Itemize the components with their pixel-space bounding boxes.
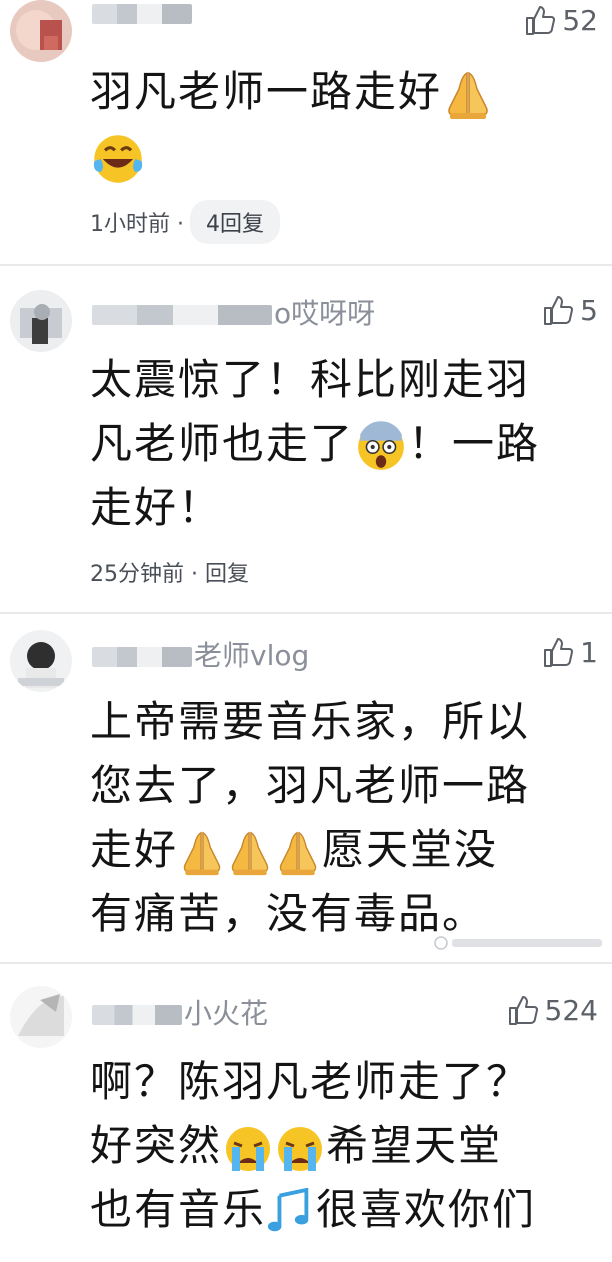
comment-text-line: 上帝需要音乐家，所以 [90, 697, 531, 746]
pray-emoji [178, 829, 226, 877]
username[interactable]: 老师vlog [92, 634, 309, 674]
music-notes-emoji [266, 1188, 316, 1238]
divider [0, 612, 612, 614]
comment-meta: 1小时前 · 4回复 [90, 200, 280, 244]
username-mosaic [92, 4, 192, 24]
watermark-logo [434, 936, 604, 954]
reply-count-button[interactable]: 4回复 [189, 200, 280, 244]
username-mosaic [92, 647, 192, 667]
comment-meta: 25分钟前 · 回复 [90, 556, 249, 588]
comment-text: 啊？陈羽凡老师走了？ 好突然 希望天堂 也有音乐 很喜欢你们 [90, 1050, 590, 1242]
username-label: 老师vlog [194, 639, 310, 672]
like-button[interactable]: 52 [524, 4, 598, 37]
username[interactable] [92, 0, 194, 29]
comment-text-line: 走好！ [90, 483, 223, 532]
like-count: 52 [562, 4, 598, 37]
comment-text-line: 走好 [90, 825, 179, 874]
thumbs-up-icon [542, 296, 574, 326]
avatar[interactable] [10, 290, 72, 352]
timestamp: 1小时前 · [90, 212, 184, 237]
thumbs-up-icon [542, 638, 574, 668]
like-count: 524 [544, 994, 598, 1027]
comment-text-line: 愿天堂没 [322, 825, 499, 874]
like-button[interactable]: 1 [542, 636, 598, 669]
comment-text-line: 很喜欢你们 [316, 1185, 537, 1234]
sob-emoji [222, 1123, 274, 1175]
comment-text: 羽凡老师一路走好 [90, 60, 590, 188]
thumbs-up-icon [524, 6, 556, 36]
laugh-cry-emoji [90, 131, 146, 187]
avatar[interactable] [10, 630, 72, 692]
comment-text-line: 啊？陈羽凡老师走了？ [90, 1057, 531, 1106]
shocked-emoji [354, 420, 408, 474]
comment-text-line: 希望天堂 [326, 1121, 503, 1170]
comment-text-line: 好突然 [90, 1121, 223, 1170]
comment-text: 太震惊了！科比刚走羽 凡老师也走了 ！一路 走好！ [90, 348, 590, 540]
avatar[interactable] [10, 986, 72, 1048]
comment-text-line: 羽凡老师一路走好 [90, 67, 443, 116]
username-label: o哎呀呀 [274, 297, 376, 330]
timestamp-reply[interactable]: 25分钟前 · 回复 [90, 556, 249, 588]
thumbs-up-icon [507, 996, 539, 1026]
username-label: 小火花 [184, 997, 269, 1030]
pray-emoji [442, 69, 494, 121]
pray-emoji [226, 829, 274, 877]
username-mosaic [92, 1005, 182, 1025]
username[interactable]: 小火花 [92, 992, 268, 1032]
divider [0, 264, 612, 266]
comment-text-line: ！一路 [408, 419, 541, 468]
divider [0, 962, 612, 964]
avatar[interactable] [10, 0, 72, 62]
comment-text-line: 有痛苦，没有毒品。 [90, 889, 487, 938]
like-button[interactable]: 524 [507, 994, 598, 1027]
comment-3: 老师vlog 1 上帝需要音乐家，所以 您去了，羽凡老师一路 走好 愿天堂没 有痛… [0, 620, 612, 960]
like-count: 1 [580, 636, 598, 669]
comment-2: o哎呀呀 5 太震惊了！科比刚走羽 凡老师也走了 ！一路 走好！ 25分钟前 · … [0, 280, 612, 610]
sob-emoji [274, 1123, 326, 1175]
like-count: 5 [580, 294, 598, 327]
comment-text-line: 也有音乐 [90, 1185, 267, 1234]
like-button[interactable]: 5 [542, 294, 598, 327]
comment-text-line: 您去了，羽凡老师一路 [90, 761, 531, 810]
username[interactable]: o哎呀呀 [92, 292, 375, 332]
comment-text: 上帝需要音乐家，所以 您去了，羽凡老师一路 走好 愿天堂没 有痛苦，没有毒品。 [90, 690, 590, 946]
comment-4: 小火花 524 啊？陈羽凡老师走了？ 好突然 希望天堂 也有音乐 很喜欢你们 [0, 970, 612, 1262]
comment-text-line: 太震惊了！科比刚走羽 [90, 355, 531, 404]
pray-emoji [274, 829, 322, 877]
username-mosaic [92, 305, 272, 325]
comment-1: 52 羽凡老师一路走好 1小时前 · 4回复 [0, 0, 612, 262]
comment-text-line: 凡老师也走了 [90, 419, 355, 468]
